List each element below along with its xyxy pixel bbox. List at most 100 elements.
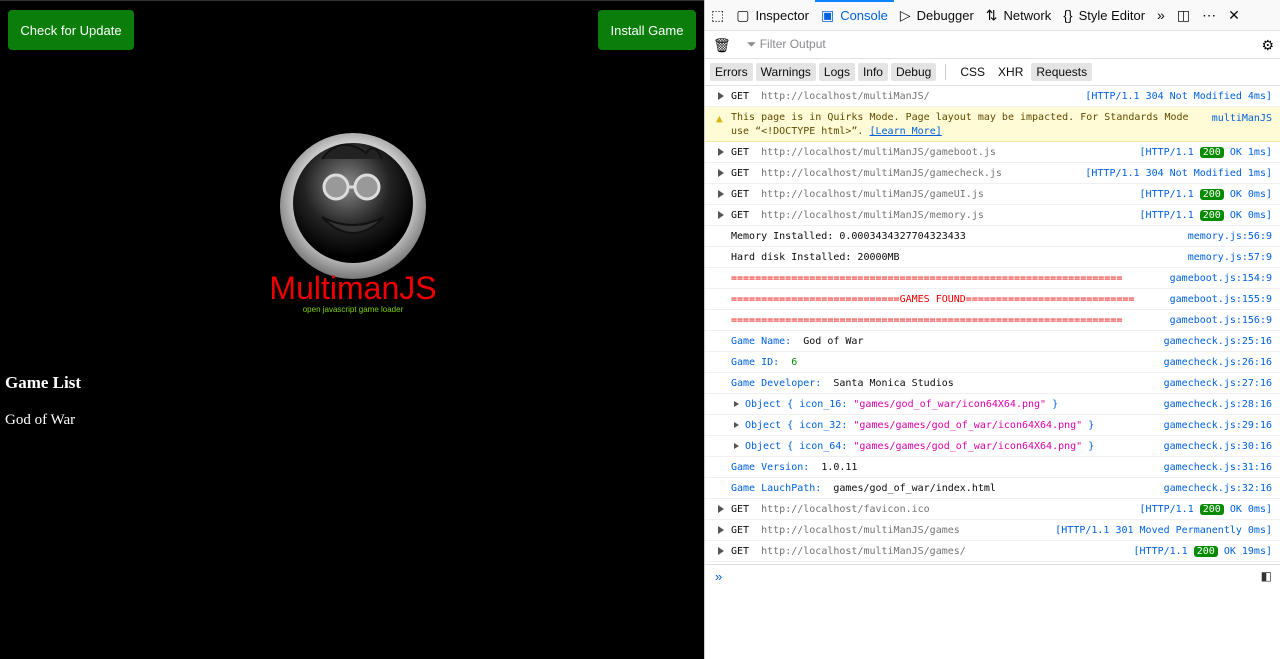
learn-more-link[interactable]: [Learn More] [869, 126, 941, 137]
trash-icon[interactable]: 🗑 [713, 38, 731, 52]
request-url[interactable]: http://localhost/multiManJS/ [761, 91, 930, 102]
dock-icon: ◫ [1176, 7, 1191, 23]
tab-inspector[interactable]: ▢ Inspector [730, 0, 815, 31]
install-game-button[interactable]: Install Game [598, 10, 696, 50]
log-entry[interactable]: GET http://localhost/multiManJS/gamechec… [705, 163, 1280, 184]
log-entry[interactable]: GET http://localhost/multiManJS/memory.j… [705, 205, 1280, 226]
settings-gear-icon[interactable]: ⚙ [1261, 38, 1274, 52]
log-source[interactable]: gamecheck.js:28:16 [1164, 399, 1272, 410]
log-entry: Game Developer: Santa Monica Studios game… [705, 373, 1280, 394]
request-url[interactable]: http://localhost/multiManJS/games/ [761, 546, 966, 557]
category-css[interactable]: CSS [955, 63, 990, 81]
log-entry[interactable]: GET http://localhost/multiManJS/games [HT… [705, 520, 1280, 541]
log-entry: Game ID: 6 gamecheck.js:26:16 [705, 352, 1280, 373]
check-update-button[interactable]: Check for Update [8, 10, 134, 50]
log-source[interactable]: memory.js:56:9 [1188, 231, 1272, 242]
log-entry: Game Name: God of War gamecheck.js:25:16 [705, 331, 1280, 352]
log-entry: Memory Installed: 0.0003434327704323433 m… [705, 226, 1280, 247]
log-entry[interactable]: Object { icon_16: "games/god_of_war/icon… [705, 394, 1280, 415]
chevron-double-right-icon: » [1157, 7, 1165, 23]
tab-console[interactable]: ▣ Console [815, 0, 894, 31]
request-status: [HTTP/1.1 200 OK 1ms] [1139, 146, 1272, 158]
request-url[interactable]: http://localhost/multiManJS/gamecheck.js [761, 168, 1002, 179]
object-preview[interactable]: Object { icon_64: "games/games/god_of_wa… [745, 441, 1094, 452]
expand-arrow-icon[interactable] [718, 92, 724, 100]
request-url[interactable]: http://localhost/multiManJS/gameboot.js [761, 147, 996, 158]
log-source[interactable]: gamecheck.js:30:16 [1164, 441, 1272, 452]
log-source[interactable]: gamecheck.js:31:16 [1164, 462, 1272, 473]
request-url[interactable]: http://localhost/multiManJS/memory.js [761, 210, 984, 221]
request-url[interactable]: http://localhost/favicon.ico [761, 504, 930, 515]
log-source[interactable]: gameboot.js:155:9 [1170, 294, 1272, 305]
log-text: Hard disk Installed: 20000MB [731, 251, 900, 263]
svg-text:MultimanJS: MultimanJS [270, 270, 437, 306]
pick-element-icon: ⬚ [711, 7, 725, 23]
log-value: God of War [803, 335, 864, 347]
log-entry[interactable]: Object { icon_32: "games/games/god_of_wa… [705, 415, 1280, 436]
category-requests[interactable]: Requests [1031, 63, 1093, 81]
tab-network[interactable]: ⇅ Network [980, 0, 1057, 31]
log-entry[interactable]: Object { icon_64: "games/games/god_of_wa… [705, 436, 1280, 457]
request-url[interactable]: http://localhost/multiManJS/games [761, 525, 960, 536]
expand-arrow-icon[interactable] [718, 526, 724, 534]
svg-text:open javascript game loader: open javascript game loader [303, 305, 404, 314]
log-entry[interactable]: GET http://localhost/favicon.ico [HTTP/1.… [705, 499, 1280, 520]
request-status: [HTTP/1.1 200 OK 0ms] [1139, 503, 1272, 515]
console-log: GET http://localhost/multiManJS/[HTTP/1.… [705, 86, 1280, 562]
expand-arrow-icon[interactable] [718, 190, 724, 198]
console-input[interactable]: » [705, 564, 1280, 588]
tab-debugger[interactable]: ▷ Debugger [894, 0, 980, 31]
log-value: 6 [791, 356, 798, 368]
log-source[interactable]: gamecheck.js:25:16 [1164, 336, 1272, 347]
log-key: Game Version: [731, 461, 810, 473]
log-entry[interactable]: GET http://localhost/multiManJS/gameUI.j… [705, 184, 1280, 205]
style-editor-icon: {} [1063, 7, 1073, 23]
more-tools-button[interactable]: » [1151, 0, 1171, 31]
log-source[interactable]: gamecheck.js:29:16 [1164, 420, 1272, 431]
log-entry[interactable]: GET http://localhost/multiManJS/games/[H… [705, 541, 1280, 562]
log-source[interactable]: gamecheck.js:26:16 [1164, 357, 1272, 368]
expand-arrow-icon[interactable] [734, 422, 739, 428]
expand-arrow-icon[interactable] [718, 547, 724, 555]
log-source[interactable]: gamecheck.js:32:16 [1164, 483, 1272, 494]
object-preview[interactable]: Object { icon_16: "games/god_of_war/icon… [745, 399, 1058, 410]
tab-style-editor[interactable]: {} Style Editor [1057, 0, 1151, 31]
screen: Check for Update Install Game MultimanJS… [0, 0, 1280, 659]
game-list-item[interactable]: God of War [5, 412, 75, 429]
request-url[interactable]: http://localhost/multiManJS/gameUI.js [761, 189, 984, 200]
log-source[interactable]: gamecheck.js:27:16 [1164, 378, 1272, 389]
menu-button[interactable]: ⋯ [1196, 0, 1222, 31]
expand-arrow-icon[interactable] [718, 148, 724, 156]
log-source[interactable]: gameboot.js:154:9 [1170, 273, 1272, 284]
expand-arrow-icon[interactable] [718, 169, 724, 177]
filter-input[interactable]: ⏷ Filter Output [747, 37, 826, 52]
log-source[interactable]: multiManJS [1212, 112, 1272, 126]
request-status: [HTTP/1.1 200 OK 0ms] [1139, 209, 1272, 221]
log-entry[interactable]: GET http://localhost/multiManJS/gameboot… [705, 142, 1280, 163]
category-warnings[interactable]: Warnings [755, 63, 816, 81]
category-debug[interactable]: Debug [890, 63, 937, 81]
category-logs[interactable]: Logs [818, 63, 855, 81]
request-status: [HTTP/1.1 304 Not Modified 4ms] [1085, 90, 1272, 102]
pick-element-button[interactable]: ⬚ [705, 0, 730, 31]
multimanjs-logo: MultimanJS open javascript game loader [269, 129, 460, 319]
log-text: Memory Installed: 0.0003434327704323433 [731, 230, 966, 242]
category-info[interactable]: Info [857, 63, 888, 81]
dock-button[interactable]: ◫ [1171, 0, 1196, 31]
log-entry: Game Version: 1.0.11 gamecheck.js:31:16 [705, 457, 1280, 478]
expand-arrow-icon[interactable] [718, 211, 724, 219]
expand-arrow-icon[interactable] [734, 443, 739, 449]
expand-arrow-icon[interactable] [734, 401, 739, 407]
category-errors[interactable]: Errors [710, 63, 753, 81]
devtools-panel: ⬚ ▢ Inspector ▣ Console ▷ Debugger ⇅ Network… [704, 0, 1280, 659]
log-source[interactable]: gameboot.js:156:9 [1170, 315, 1272, 326]
log-entry[interactable]: GET http://localhost/multiManJS/[HTTP/1.… [705, 86, 1280, 107]
object-preview[interactable]: Object { icon_32: "games/games/god_of_wa… [745, 420, 1094, 431]
category-xhr[interactable]: XHR [993, 63, 1028, 81]
log-entry: Hard disk Installed: 20000MB memory.js:57… [705, 247, 1280, 268]
close-devtools-button[interactable]: ✕ [1222, 0, 1246, 31]
split-console-icon[interactable]: ◧ [1261, 569, 1272, 583]
log-value: 1.0.11 [821, 461, 858, 473]
log-source[interactable]: memory.js:57:9 [1188, 252, 1272, 263]
expand-arrow-icon[interactable] [718, 505, 724, 513]
